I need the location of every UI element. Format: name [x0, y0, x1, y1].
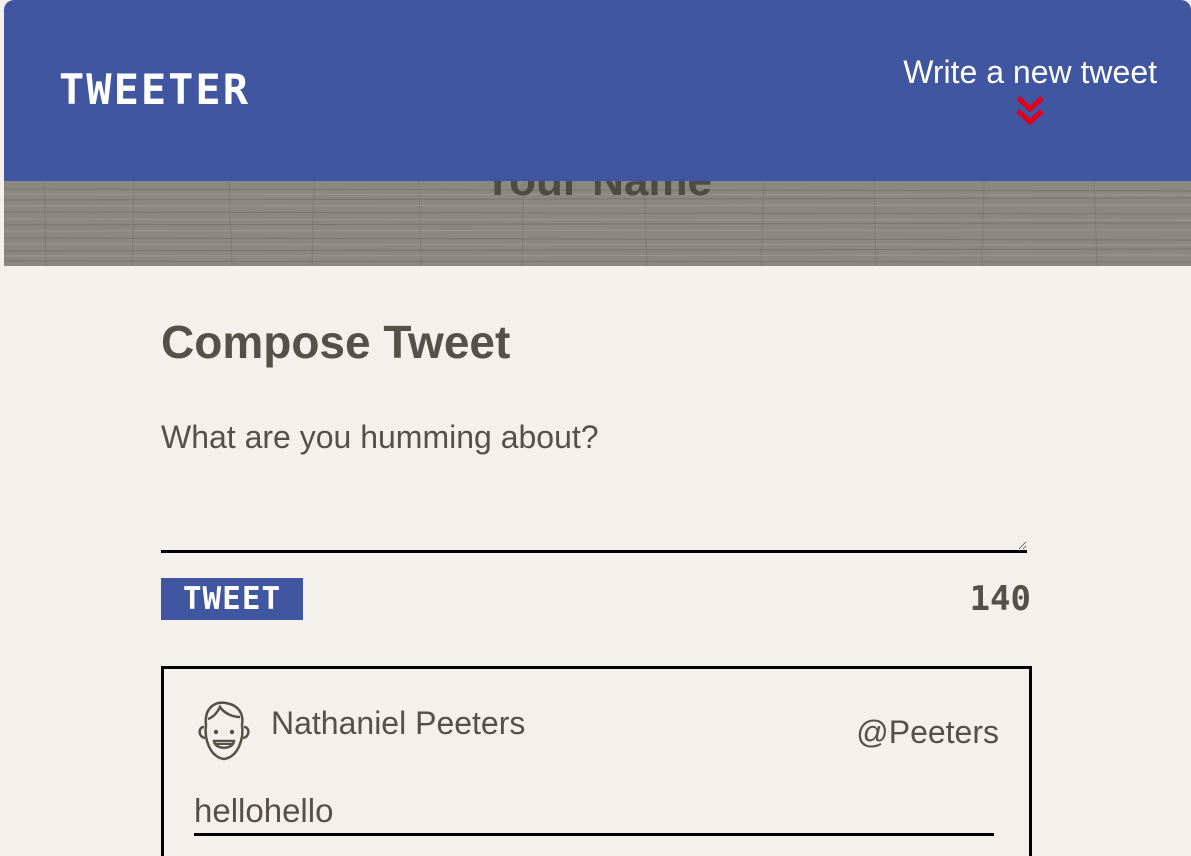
write-new-tweet-label: Write a new tweet	[903, 54, 1157, 90]
tweet-card: Nathaniel Peeters @Peeters hellohello	[161, 666, 1032, 856]
double-chevron-down-icon[interactable]	[1014, 94, 1046, 128]
tweet-author-handle: @Peeters	[856, 714, 999, 750]
tweet-submit-button[interactable]: tweet	[161, 578, 303, 620]
tweet-content: hellohello	[194, 791, 994, 836]
tweet-textarea[interactable]	[161, 415, 1027, 553]
compose-tweet-section: Compose Tweet tweet 140	[161, 310, 1031, 620]
compose-title: Compose Tweet	[161, 316, 511, 368]
smiling-boy-avatar-icon	[198, 701, 250, 761]
app-window: tweeter Write a new tweet	[4, 0, 1191, 856]
write-new-tweet-link[interactable]: Write a new tweet	[903, 52, 1157, 128]
navbar: tweeter Write a new tweet	[4, 0, 1191, 181]
profile-user-name: Your Name	[4, 181, 1191, 211]
profile-header: Your Name	[4, 181, 1191, 266]
brand-logo[interactable]: tweeter	[59, 62, 250, 118]
tweet-author-name: Nathaniel Peeters	[271, 705, 526, 741]
character-counter: 140	[969, 579, 1031, 619]
